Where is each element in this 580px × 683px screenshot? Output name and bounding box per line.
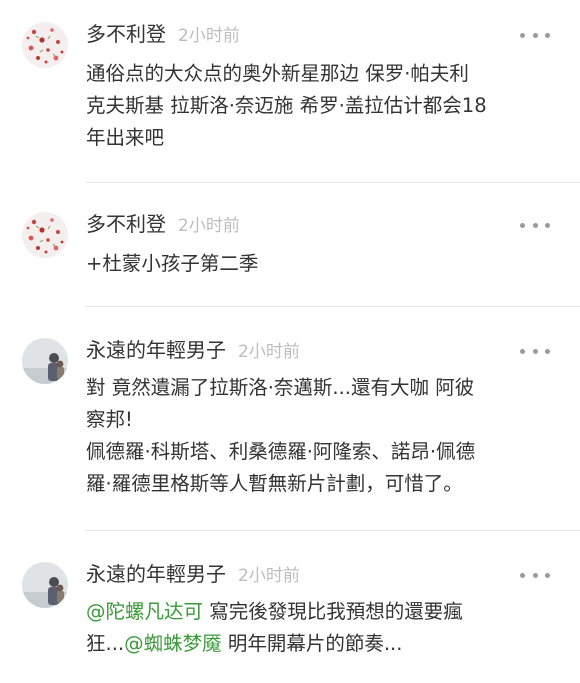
comment-time: 2小时前: [178, 216, 240, 236]
more-dots-icon[interactable]: [520, 568, 550, 582]
photo-avatar-icon: [22, 562, 68, 608]
comment-time: 2小时前: [238, 566, 300, 586]
user-avatar[interactable]: [22, 212, 68, 258]
user-avatar[interactable]: [22, 562, 68, 608]
username[interactable]: 永遠的年輕男子: [86, 334, 226, 363]
comment-body: 通俗点的大众点的奥外新星那边 保罗·帕夫利 克夫斯基 拉斯洛·奈迈施 希罗·盖拉…: [86, 58, 560, 154]
comment-item: 永遠的年輕男子 2小时前 @陀螺凡达可 寫完後發現比我預想的還要瘋 狂...@蜘…: [0, 558, 580, 660]
comment-body: +杜蒙小孩子第二季: [86, 248, 560, 280]
divider: [86, 182, 580, 183]
comment-text: 狂...: [86, 632, 125, 655]
user-avatar[interactable]: [22, 338, 68, 384]
comment-line: 年出来吧: [86, 126, 165, 149]
divider: [86, 530, 580, 531]
username[interactable]: 多不利登: [86, 18, 166, 47]
comment-line: 狂...@蜘蛛梦魇 明年開幕片的節奏...: [86, 628, 560, 660]
comment-header: 永遠的年輕男子 2小时前: [86, 334, 560, 368]
comment-item: 多不利登 2小时前 +杜蒙小孩子第二季: [0, 208, 580, 280]
more-dots-icon[interactable]: [520, 28, 550, 42]
floral-avatar-icon: [22, 22, 68, 68]
user-avatar[interactable]: [22, 22, 68, 68]
floral-avatar-icon: [22, 212, 68, 258]
comment-time: 2小时前: [238, 342, 300, 362]
comment-line: 通俗点的大众点的奥外新星那边 保罗·帕夫利: [86, 62, 469, 85]
comment-item: 多不利登 2小时前 通俗点的大众点的奥外新星那边 保罗·帕夫利 克夫斯基 拉斯洛…: [0, 18, 580, 154]
comment-text: 明年開幕片的節奏...: [221, 632, 403, 655]
username[interactable]: 多不利登: [86, 208, 166, 237]
comment-body: 對 竟然遺漏了拉斯洛·奈邁斯...還有大咖 阿彼 察邦! 佩德羅·科斯塔、利桑德…: [86, 372, 560, 500]
more-dots-icon[interactable]: [520, 218, 550, 232]
comment-line: 察邦!: [86, 408, 133, 431]
user-mention-link[interactable]: @陀螺凡达可: [86, 600, 203, 623]
comment-list: 多不利登 2小时前 通俗点的大众点的奥外新星那边 保罗·帕夫利 克夫斯基 拉斯洛…: [0, 0, 580, 683]
comment-line: 對 竟然遺漏了拉斯洛·奈邁斯...還有大咖 阿彼: [86, 376, 475, 399]
user-mention-link[interactable]: @蜘蛛梦魇: [124, 632, 222, 655]
photo-avatar-icon: [22, 338, 68, 384]
comment-line: 羅·羅德里格斯等人暫無新片計劃，可惜了。: [86, 472, 463, 495]
comment-line: 佩德羅·科斯塔、利桑德羅·阿隆索、諾昂·佩德: [86, 440, 476, 463]
divider: [86, 306, 580, 307]
more-dots-icon[interactable]: [520, 344, 550, 358]
comment-time: 2小时前: [178, 26, 240, 46]
comment-line: 克夫斯基 拉斯洛·奈迈施 希罗·盖拉估计都会18: [86, 94, 487, 117]
comment-item: 永遠的年輕男子 2小时前 對 竟然遺漏了拉斯洛·奈邁斯...還有大咖 阿彼 察邦…: [0, 334, 580, 500]
comment-text: 寫完後發現比我預想的還要瘋: [203, 600, 463, 623]
comment-line: @陀螺凡达可 寫完後發現比我預想的還要瘋: [86, 596, 560, 628]
comment-line: +杜蒙小孩子第二季: [86, 252, 259, 275]
comment-header: 多不利登 2小时前: [86, 208, 560, 242]
comment-header: 永遠的年輕男子 2小时前: [86, 558, 560, 592]
comment-header: 多不利登 2小时前: [86, 18, 560, 52]
comment-body: @陀螺凡达可 寫完後發現比我預想的還要瘋 狂...@蜘蛛梦魇 明年開幕片的節奏.…: [86, 596, 560, 660]
username[interactable]: 永遠的年輕男子: [86, 558, 226, 587]
